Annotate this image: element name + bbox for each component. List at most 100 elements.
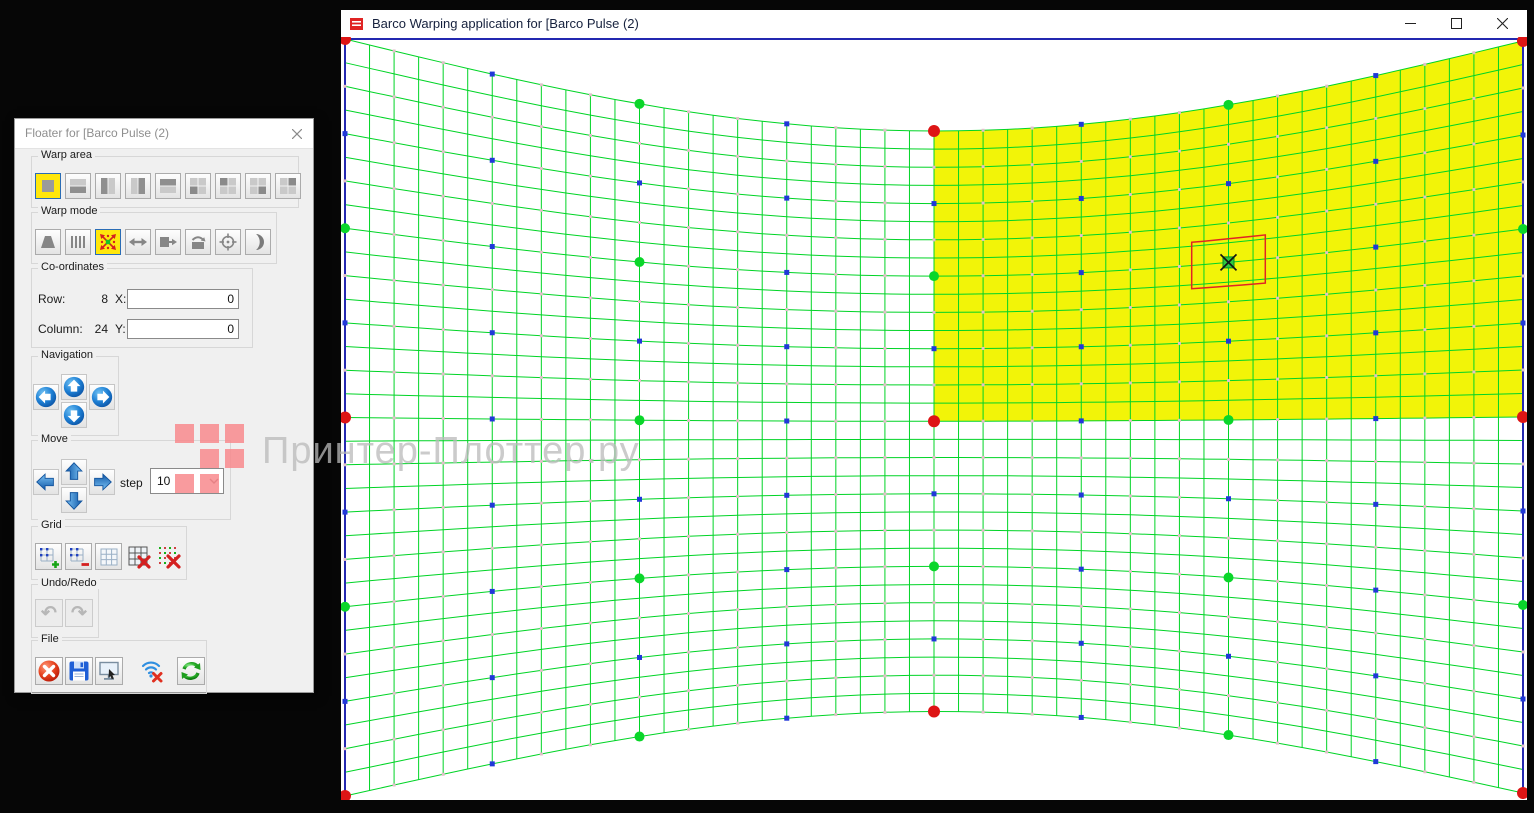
warp-canvas[interactable] xyxy=(341,10,1527,800)
edge-shift-icon xyxy=(158,232,178,252)
nav-up-button[interactable] xyxy=(61,374,87,400)
warp-area-button-split-v-right[interactable] xyxy=(125,173,151,199)
floater-title: Floater for [Barco Pulse (2) xyxy=(25,119,169,148)
floater-window: Floater for [Barco Pulse (2) Warp area W… xyxy=(14,118,314,693)
warp-area-button-quad-tr[interactable] xyxy=(275,173,301,199)
warp-mode-button-linearity[interactable] xyxy=(65,229,91,255)
x-input[interactable] xyxy=(127,289,239,309)
warp-area-button-quad-bl[interactable] xyxy=(185,173,211,199)
chevron-down-icon xyxy=(205,478,223,484)
floater-titlebar: Floater for [Barco Pulse (2) xyxy=(15,119,313,149)
move-up-icon xyxy=(62,460,86,484)
warp-area-button-quad-br[interactable] xyxy=(245,173,271,199)
warp-mode-button-h-stretch[interactable] xyxy=(125,229,151,255)
warp-mode-button-edge-shift[interactable] xyxy=(155,229,181,255)
warp-area-button-split-h-top[interactable] xyxy=(155,173,181,199)
save-icon xyxy=(67,659,91,683)
file-label: File xyxy=(38,633,62,645)
minimize-icon xyxy=(1405,18,1416,29)
close-button[interactable] xyxy=(1479,10,1525,37)
warp-mode-group: Warp mode xyxy=(31,212,277,264)
close-icon xyxy=(1497,18,1508,29)
column-value: 24 xyxy=(82,322,108,336)
floater-close-button[interactable] xyxy=(289,126,305,142)
step-label: step xyxy=(120,476,143,490)
nav-right-button[interactable] xyxy=(89,384,115,410)
nav-right-icon xyxy=(90,385,114,409)
column-label: Column: xyxy=(38,322,83,336)
navigation-label: Navigation xyxy=(38,349,96,361)
split-vertical-left-icon xyxy=(99,177,117,195)
grid-label: Grid xyxy=(38,519,65,531)
minimize-button[interactable] xyxy=(1387,10,1433,37)
curve-icon xyxy=(248,232,268,252)
split-vertical-right-icon xyxy=(129,177,147,195)
main-titlebar: Barco Warping application for [Barco Pul… xyxy=(341,10,1527,37)
grid-group: Grid xyxy=(31,526,187,580)
move-down-icon xyxy=(62,488,86,512)
warp-mode-button-arc[interactable] xyxy=(185,229,211,255)
warp-mode-button-curve[interactable] xyxy=(245,229,271,255)
arc-correction-icon xyxy=(188,232,208,252)
file-save-button[interactable] xyxy=(65,657,93,685)
move-right-button[interactable] xyxy=(89,469,115,495)
refresh-icon xyxy=(179,659,203,683)
nav-down-button[interactable] xyxy=(61,402,87,428)
warp-mode-button-keystone[interactable] xyxy=(35,229,61,255)
move-up-button[interactable] xyxy=(61,459,87,485)
warp-area-button-quad-tl[interactable] xyxy=(215,173,241,199)
undo-icon: ↶ xyxy=(41,604,57,623)
row-label: Row: xyxy=(38,292,65,306)
grid-add-points-button[interactable] xyxy=(35,543,62,570)
x-label: X: xyxy=(115,292,126,306)
nav-left-icon xyxy=(34,385,58,409)
delete-grid-icon xyxy=(127,545,151,569)
warp-mode-label: Warp mode xyxy=(38,205,100,217)
close-icon xyxy=(292,129,302,139)
warp-area-button-split-h[interactable] xyxy=(65,173,91,199)
wifi-disconnect-icon xyxy=(138,658,164,684)
file-refresh-button[interactable] xyxy=(177,657,205,685)
nav-left-button[interactable] xyxy=(33,384,59,410)
nav-up-icon xyxy=(62,375,86,399)
quad-bottom-left-icon xyxy=(189,177,207,195)
maximize-button[interactable] xyxy=(1433,10,1479,37)
grid-remove-points-button[interactable] xyxy=(65,543,92,570)
warp-mode-button-center[interactable] xyxy=(215,229,241,255)
warp-mode-button-grid-points[interactable] xyxy=(95,229,121,255)
warp-area-button-full[interactable] xyxy=(35,173,61,199)
file-close-button[interactable] xyxy=(35,657,63,685)
file-display-button[interactable] xyxy=(95,657,123,685)
redo-button[interactable]: ↷ xyxy=(65,599,93,627)
remove-points-icon xyxy=(68,546,90,568)
undo-redo-group: Undo/Redo ↶ ↷ xyxy=(31,584,99,638)
nav-down-icon xyxy=(62,403,86,427)
y-input[interactable] xyxy=(127,319,239,339)
move-group: Move step 10 xyxy=(31,440,231,520)
move-right-icon xyxy=(90,470,114,494)
move-left-button[interactable] xyxy=(33,469,59,495)
redo-icon: ↷ xyxy=(71,604,87,623)
window-title: Barco Warping application for [Barco Pul… xyxy=(372,10,639,37)
row-value: 8 xyxy=(82,292,108,306)
warp-area-button-split-v-left[interactable] xyxy=(95,173,121,199)
grid-delete-points-button[interactable] xyxy=(155,543,182,570)
center-target-icon xyxy=(218,232,238,252)
horizontal-stretch-icon xyxy=(128,232,148,252)
file-disconnect-button[interactable] xyxy=(137,657,165,685)
grid-delete-button[interactable] xyxy=(125,543,152,570)
full-area-icon xyxy=(39,177,57,195)
step-dropdown[interactable]: 10 xyxy=(150,468,224,494)
grid-show-button[interactable] xyxy=(95,543,122,570)
file-group: File xyxy=(31,640,207,694)
delete-all-points-icon xyxy=(157,545,181,569)
y-label: Y: xyxy=(115,322,126,336)
show-grid-icon xyxy=(98,546,120,568)
warp-area-label: Warp area xyxy=(38,149,95,161)
main-window: Barco Warping application for [Barco Pul… xyxy=(341,10,1527,800)
linearity-icon xyxy=(68,232,88,252)
undo-button[interactable]: ↶ xyxy=(35,599,63,627)
move-down-button[interactable] xyxy=(61,487,87,513)
quad-bottom-right-icon xyxy=(249,177,267,195)
navigation-group: Navigation xyxy=(31,356,119,436)
